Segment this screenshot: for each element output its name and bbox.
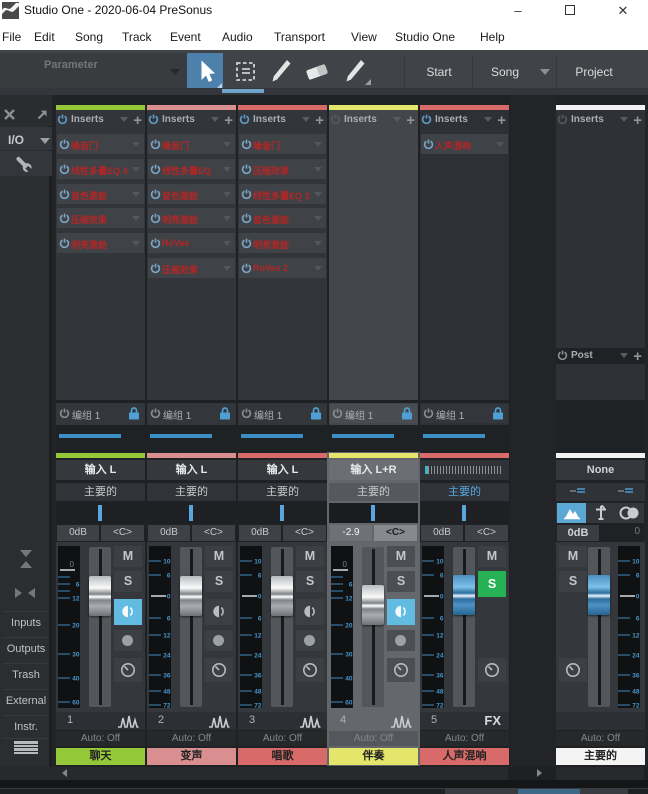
svg-text:10: 10 [632,559,640,566]
svg-text:6: 6 [440,573,444,580]
svg-text:12: 12 [436,633,444,640]
svg-text:48: 48 [254,689,262,696]
svg-text:12: 12 [163,633,171,640]
svg-text:24: 24 [254,653,262,660]
svg-text:12: 12 [254,633,262,640]
svg-text:48: 48 [163,689,171,696]
svg-text:0: 0 [258,594,262,601]
svg-text:10: 10 [436,559,444,566]
svg-text:36: 36 [436,673,444,680]
svg-text:72: 72 [163,703,171,709]
svg-text:0: 0 [70,560,75,569]
svg-text:0: 0 [167,594,171,601]
svg-text:24: 24 [632,653,640,660]
svg-text:60: 60 [72,700,80,707]
svg-text:20: 20 [72,623,80,630]
svg-text:20: 20 [345,623,353,630]
svg-text:36: 36 [163,673,171,680]
svg-text:6: 6 [258,573,262,580]
svg-text:24: 24 [163,653,171,660]
svg-text:12: 12 [632,633,640,640]
svg-text:6: 6 [440,616,444,623]
svg-text:6: 6 [167,616,171,623]
svg-text:6: 6 [349,582,353,589]
svg-text:24: 24 [436,653,444,660]
svg-text:40: 40 [72,676,80,683]
svg-text:48: 48 [436,689,444,696]
svg-text:30: 30 [345,652,353,659]
svg-text:12: 12 [72,596,80,603]
svg-text:10: 10 [163,559,171,566]
svg-text:12: 12 [345,596,353,603]
svg-text:6: 6 [636,616,640,623]
svg-text:72: 72 [254,703,262,709]
svg-text:6: 6 [258,616,262,623]
svg-text:30: 30 [72,652,80,659]
svg-text:72: 72 [436,703,444,709]
svg-text:6: 6 [636,573,640,580]
svg-text:0: 0 [636,594,640,601]
svg-text:0: 0 [440,594,444,601]
svg-text:6: 6 [76,582,80,589]
svg-text:40: 40 [345,676,353,683]
svg-text:6: 6 [167,573,171,580]
svg-text:10: 10 [254,559,262,566]
svg-text:72: 72 [632,703,640,709]
svg-text:60: 60 [345,700,353,707]
svg-text:36: 36 [632,673,640,680]
svg-text:48: 48 [632,689,640,696]
svg-text:0: 0 [343,560,348,569]
svg-text:36: 36 [254,673,262,680]
